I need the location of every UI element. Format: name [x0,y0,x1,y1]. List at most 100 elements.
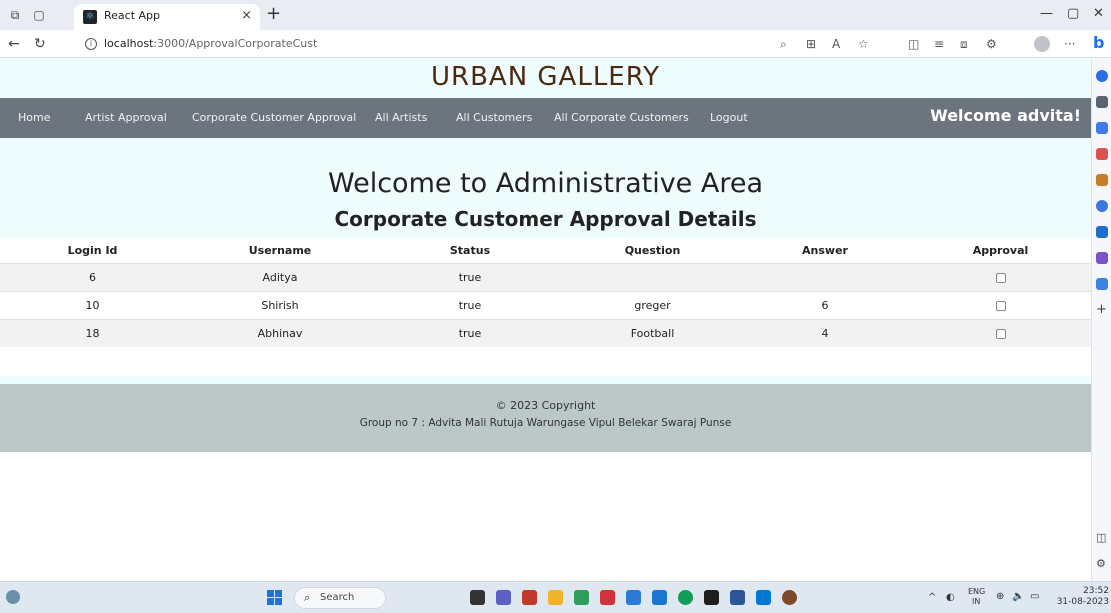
new-tab-button[interactable]: + [266,4,281,24]
refresh-icon[interactable]: ↻ [34,36,46,52]
sidebar-search-icon[interactable] [1096,96,1108,108]
outlook-icon[interactable] [1096,226,1108,238]
search-page-icon[interactable]: ⌕ [780,37,787,52]
restore-icon[interactable]: ▢ [1067,6,1079,21]
tab-actions-icon[interactable]: ▢ [32,8,46,22]
cell-status: true [375,262,565,291]
add-sidebar-icon[interactable]: + [1096,303,1108,316]
cell-login-id: 10 [0,290,185,319]
back-icon[interactable]: ← [8,36,20,52]
profile-avatar[interactable] [1034,36,1050,52]
designer-icon[interactable] [1096,252,1108,264]
cell-username: Abhinav [185,318,375,347]
table-spacer [0,376,1091,384]
task-view-icon[interactable] [470,590,485,605]
collections-icon[interactable]: ⧈ [960,37,968,52]
nav-all-artists[interactable]: All Artists [375,111,427,124]
col-status: Status [375,238,565,263]
nav-all-corporate-customers[interactable]: All Corporate Customers [554,111,689,124]
favorites-icon[interactable]: ≡ [934,37,944,51]
terminal-icon[interactable] [704,590,719,605]
approval-checkbox[interactable] [995,328,1006,339]
close-tab-icon[interactable]: × [241,8,252,23]
more-menu-icon[interactable]: ··· [1064,37,1075,51]
edge-taskbar-icon[interactable] [678,590,693,605]
minimize-icon[interactable]: — [1040,6,1053,21]
url-path: :3000/ApprovalCorporateCust [153,37,318,50]
cell-login-id: 18 [0,318,185,347]
cell-username: Aditya [185,262,375,291]
nav-artist-approval[interactable]: Artist Approval [85,111,167,124]
system-clock[interactable]: 23:52 31-08-2023 [1057,586,1109,608]
network-icon[interactable]: ⊕ [996,591,1004,602]
nav-home[interactable]: Home [18,111,50,124]
tray-app-icon[interactable]: ◐ [946,592,955,603]
cell-approval [910,262,1091,291]
hero-section: Welcome to Administrative Area Corporate… [0,138,1091,238]
approval-checkbox[interactable] [995,300,1006,311]
nav-corporate-customer-approval[interactable]: Corporate Customer Approval [192,111,356,124]
microsoft365-icon[interactable] [1096,200,1108,212]
games-icon[interactable] [1096,174,1108,186]
cell-question: greger [565,290,740,319]
nav-all-customers[interactable]: All Customers [456,111,532,124]
browser-tab[interactable]: ⚛ React App × [74,4,260,30]
copilot-icon[interactable]: b [1093,33,1111,55]
language-indicator[interactable]: ENG [968,587,985,596]
volume-icon[interactable]: 🔈 [1012,591,1024,602]
close-window-icon[interactable]: ✕ [1093,6,1104,21]
approval-table-wrap: Login Id Username Status Question Answer… [0,238,1091,347]
approval-table: Login Id Username Status Question Answer… [0,238,1091,347]
cell-answer: 4 [740,318,910,347]
taskbar-search[interactable]: ⌕ Search [294,587,386,609]
teams-icon[interactable] [496,590,511,605]
shopping-icon[interactable] [1096,122,1108,134]
mail-icon[interactable] [652,590,667,605]
app-l-icon[interactable] [626,590,641,605]
tools-icon[interactable] [1096,148,1108,160]
taskbar-search-label: Search [320,592,355,603]
cell-approval [910,318,1091,347]
cell-answer: 6 [740,290,910,319]
mcafee-icon[interactable] [600,590,615,605]
read-aloud-icon[interactable]: A [832,37,840,51]
url-host: localhost [104,37,154,50]
app-r-icon[interactable] [522,590,537,605]
info-icon[interactable]: i [85,38,97,50]
cell-status: true [375,318,565,347]
table-row: 18 Abhinav true Football 4 [0,318,1091,347]
footer-copyright: © 2023 Copyright [495,399,596,412]
drop-icon[interactable] [1096,278,1108,290]
app-available-icon[interactable]: ⊞ [806,37,816,51]
page-title: Welcome to Administrative Area [327,168,764,199]
nav-logout[interactable]: Logout [710,111,748,124]
battery-icon[interactable]: ▭ [1030,591,1039,602]
notifications-icon[interactable] [1096,70,1108,82]
browser-titlebar: ⧉ ▢ ⚛ React App × + — ▢ ✕ [0,0,1111,30]
favorite-star-icon[interactable]: ☆ [858,37,869,51]
table-row: 6 Aditya true [0,262,1091,291]
word-icon[interactable] [730,590,745,605]
table-header-row: Login Id Username Status Question Answer… [0,238,1091,263]
split-screen-icon[interactable]: ◫ [908,37,919,51]
hide-sidebar-icon[interactable]: ◫ [1096,532,1108,544]
extensions-icon[interactable]: ⚙ [986,37,997,51]
table-row: 10 Shirish true greger 6 [0,290,1091,319]
workspaces-icon[interactable]: ⧉ [8,8,22,22]
start-button[interactable] [267,590,283,606]
app-profile-icon[interactable] [782,590,797,605]
tray-overflow-icon[interactable]: ^ [928,592,936,603]
site-brand: URBAN GALLERY [0,58,1091,98]
col-question: Question [565,238,740,263]
cell-question: Football [565,318,740,347]
vscode-icon[interactable] [756,590,771,605]
site-footer: © 2023 Copyright Group no 7 : Advita Mal… [0,384,1091,452]
url-field[interactable]: localhost:3000/ApprovalCorporateCust [104,37,317,50]
clock-date: 31-08-2023 [1056,597,1109,607]
address-bar: ← ↻ i localhost:3000/ApprovalCorporateCu… [0,30,1111,58]
approval-checkbox[interactable] [995,272,1006,283]
sidebar-settings-icon[interactable]: ⚙ [1096,558,1108,570]
app-green-icon[interactable] [574,590,589,605]
weather-icon[interactable] [6,590,20,604]
file-explorer-icon[interactable] [548,590,563,605]
